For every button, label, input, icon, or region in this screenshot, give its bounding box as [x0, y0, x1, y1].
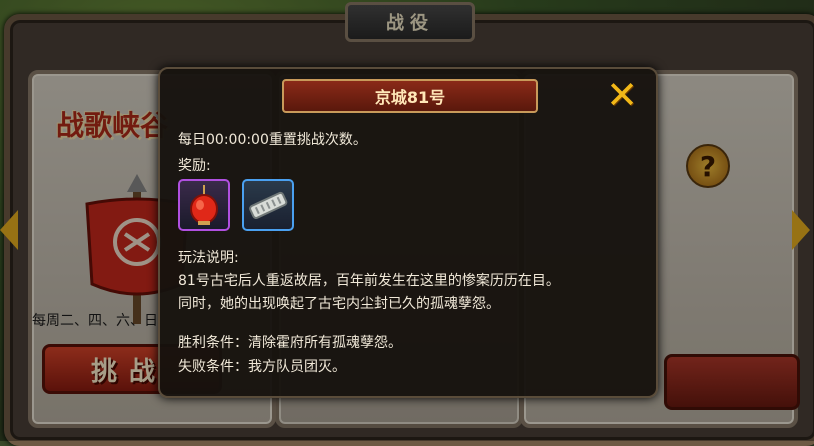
reward-label: 奖励: — [178, 158, 211, 174]
red-lantern-icon[interactable] — [178, 179, 230, 231]
lose-condition: 失败条件：我方队员团灭。 — [178, 359, 346, 375]
reset-text: 每日00:00:00重置挑战次数。 — [178, 132, 367, 148]
win-condition: 胜利条件：清除霍府所有孤魂孽怨。 — [178, 335, 402, 351]
gameplay-line-2: 同时，她的出现唤起了古宅内尘封已久的孤魂孽怨。 — [178, 296, 500, 312]
campaign-detail-modal: 京城81号 ✕ 每日00:00:00重置挑战次数。 奖励: 玩法说明: 81号古… — [158, 67, 658, 398]
modal-title: 京城81号 — [282, 79, 538, 113]
close-icon[interactable]: ✕ — [602, 75, 642, 115]
gameplay-heading: 玩法说明: — [178, 250, 239, 266]
gameplay-line-1: 81号古宅后人重返故居，百年前发生在这里的惨案历历在目。 — [178, 273, 560, 289]
scroll-item-icon[interactable] — [242, 179, 294, 231]
